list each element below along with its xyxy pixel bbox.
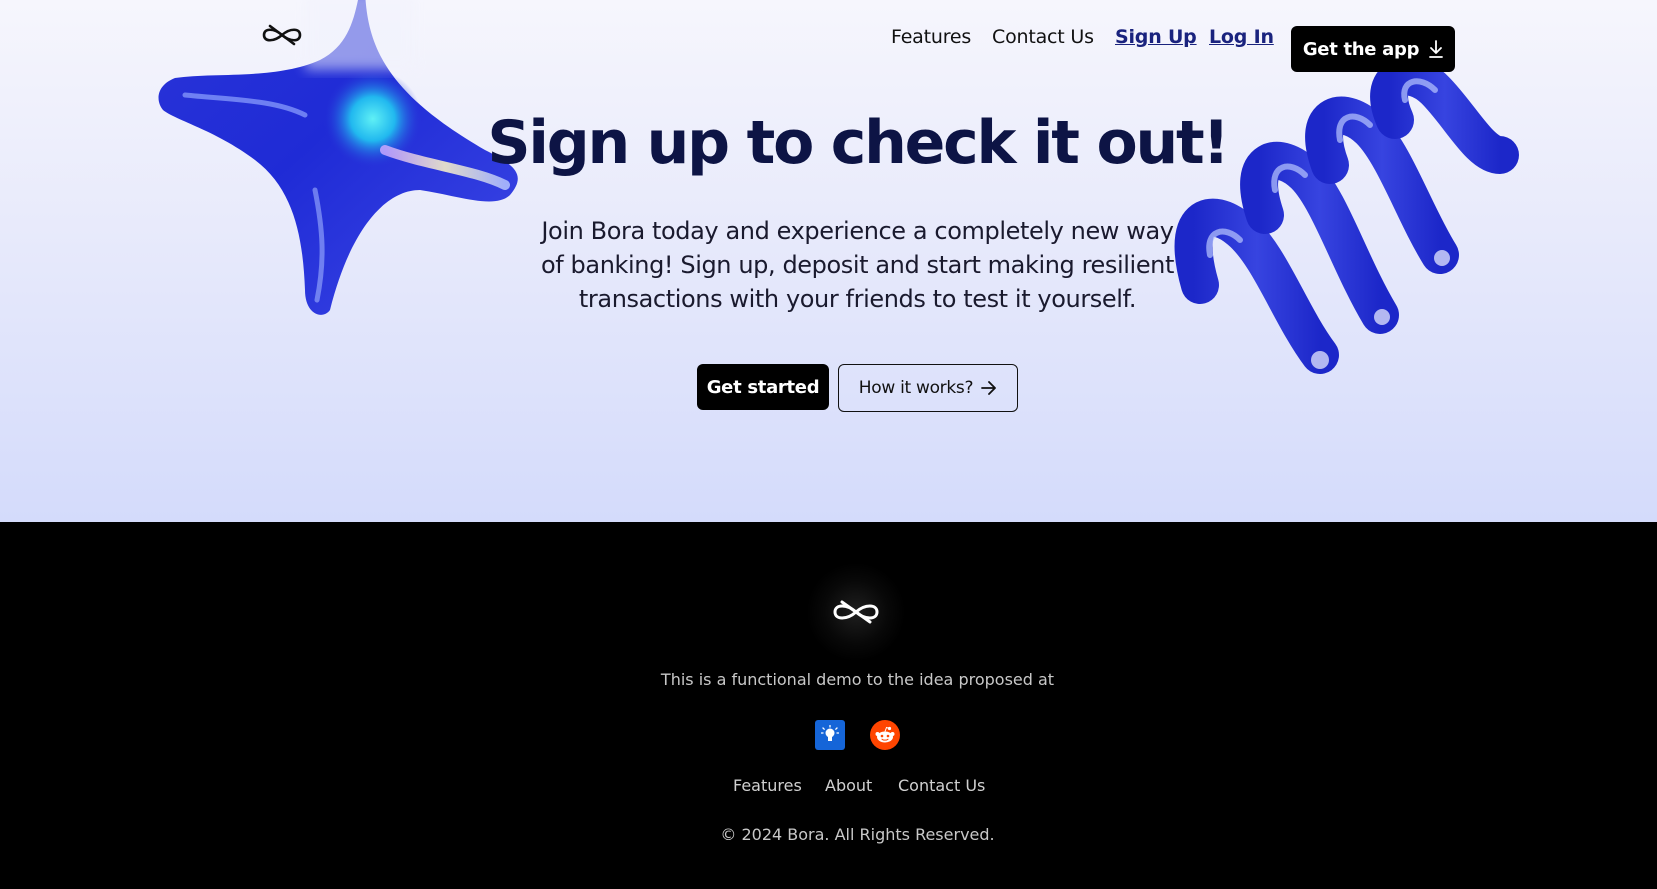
- hero-description: Join Bora today and experience a complet…: [540, 217, 1175, 313]
- demo-notice-text: This is a functional demo to the idea pr…: [660, 670, 1055, 689]
- reddit-icon: [875, 726, 895, 743]
- footer-link-about[interactable]: About: [825, 776, 872, 795]
- how-it-works-label: How it works?: [858, 378, 974, 398]
- hero-title: Sign up to check it out!: [487, 108, 1230, 178]
- hero-section: Features Contact Us Sign Up Log In Get t…: [0, 0, 1657, 522]
- get-the-app-button[interactable]: Get the app: [1291, 26, 1455, 72]
- reddit-link[interactable]: [870, 720, 900, 750]
- site-footer: This is a functional demo to the idea pr…: [0, 522, 1657, 889]
- copyright-text: © 2024 Bora. All Rights Reserved.: [720, 825, 995, 844]
- nav-link-log-in[interactable]: Log In: [1209, 26, 1274, 48]
- nav-link-sign-up[interactable]: Sign Up: [1115, 26, 1197, 48]
- nav-link-features[interactable]: Features: [891, 26, 971, 48]
- how-it-works-button[interactable]: How it works?: [838, 364, 1018, 412]
- arrow-right-icon: [981, 381, 997, 395]
- nav-link-contact-us[interactable]: Contact Us: [992, 26, 1094, 48]
- get-the-app-label: Get the app: [1302, 38, 1420, 60]
- download-icon: [1429, 40, 1444, 58]
- top-navigation: Features Contact Us Sign Up Log In Get t…: [0, 13, 1657, 72]
- footer-link-contact-us[interactable]: Contact Us: [898, 776, 985, 795]
- bora-logo-icon[interactable]: [830, 597, 882, 627]
- get-started-button[interactable]: Get started: [697, 364, 829, 410]
- footer-link-features[interactable]: Features: [733, 776, 802, 795]
- lightbulb-icon: [821, 725, 839, 741]
- idea-platform-link[interactable]: [815, 720, 845, 750]
- footer-logo-glow: [806, 562, 906, 662]
